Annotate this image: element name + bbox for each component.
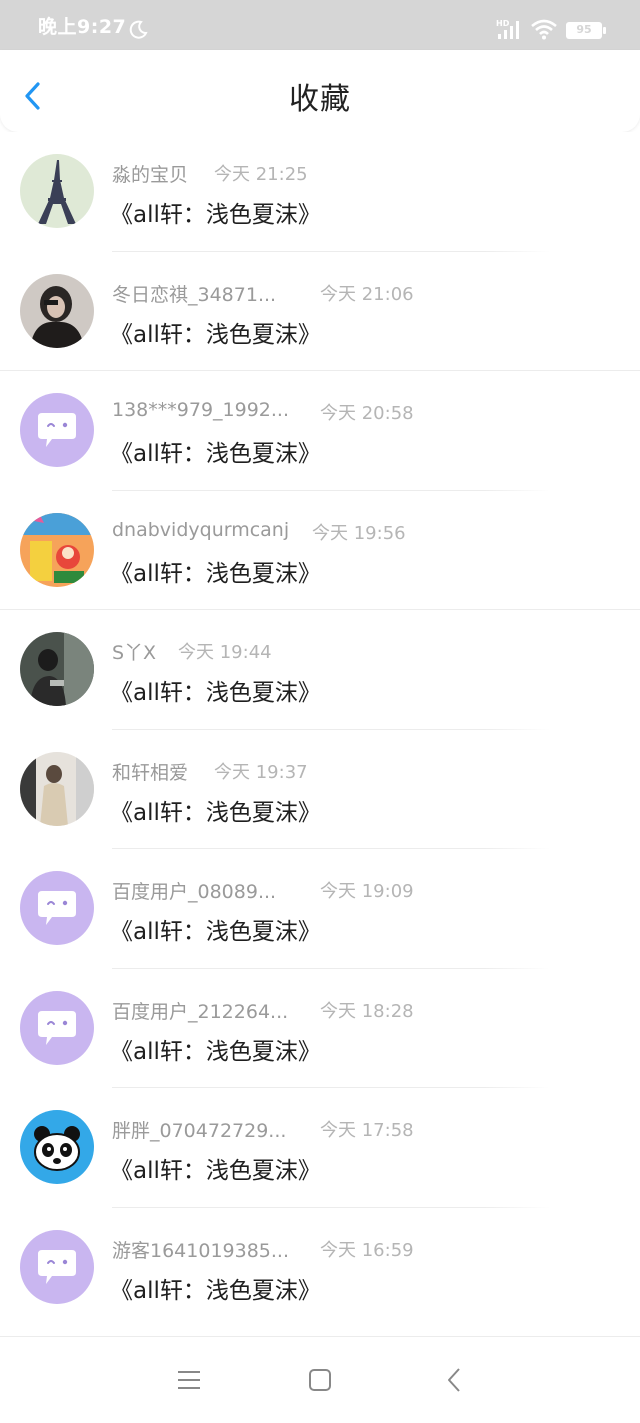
timestamp: 今天 21:06 [320, 283, 414, 305]
timestamp: 今天 20:58 [320, 403, 414, 424]
default-chat-bubble-icon [20, 1229, 94, 1304]
avatar[interactable] [20, 632, 94, 706]
user-name: dnabvidyqurmcanj [112, 518, 290, 541]
list-item[interactable]: S丫X 今天 19:44 《all轩：浅色夏沫》 [0, 610, 640, 730]
avatar[interactable] [20, 512, 94, 587]
timestamp: 今天 19:44 [178, 642, 272, 663]
status-time: 晚上9:27 [38, 16, 127, 38]
timestamp: 今天 16:59 [320, 1239, 414, 1261]
avatar[interactable] [20, 273, 94, 348]
item-title: 《all轩：浅色夏沫》 [110, 799, 321, 826]
battery-level: 95 [576, 23, 592, 36]
timestamp: 今天 19:56 [312, 522, 406, 544]
item-title: 《all轩：浅色夏沫》 [110, 1158, 321, 1184]
user-name: 冬日恋祺_34871... [112, 283, 277, 306]
default-chat-bubble-icon [20, 990, 94, 1065]
user-name: 百度用户_212264... [112, 1000, 289, 1023]
timestamp: 今天 19:09 [320, 881, 414, 902]
list-item[interactable]: 百度用户_212264... 今天 18:28 《all轩：浅色夏沫》 [0, 969, 640, 1088]
default-chat-bubble-icon [20, 871, 94, 945]
list-item[interactable]: 胖胖_070472729... 今天 17:58 《all轩：浅色夏沫》 [0, 1088, 640, 1208]
timestamp: 今天 19:37 [214, 761, 308, 783]
battery-icon: 95 [565, 21, 609, 41]
item-title: 《all轩：浅色夏沫》 [110, 680, 321, 706]
user-name: 淼的宝贝 [112, 164, 189, 186]
list-item[interactable]: 和轩相爱 今天 19:37 《all轩：浅色夏沫》 [0, 730, 640, 849]
photo-person-icon [20, 751, 94, 826]
avatar[interactable] [20, 751, 94, 826]
item-title: 《all轩：浅色夏沫》 [110, 202, 321, 228]
list-item[interactable]: 138***979_1992... 今天 20:58 《all轩：浅色夏沫》 [0, 371, 640, 491]
avatar[interactable] [20, 393, 94, 467]
avatar[interactable] [20, 1110, 94, 1184]
avatar[interactable] [20, 154, 94, 228]
eiffel-tower-icon [20, 154, 94, 228]
timestamp: 今天 18:28 [320, 1000, 414, 1022]
list-item[interactable]: 冬日恋祺_34871... 今天 21:06 《all轩：浅色夏沫》 [0, 252, 640, 371]
user-name: 百度用户_08089... [112, 881, 277, 903]
home-square-icon[interactable] [305, 1365, 335, 1395]
item-title: 《all轩：浅色夏沫》 [110, 441, 321, 467]
hd-signal-icon: HD [496, 19, 519, 39]
avatar[interactable] [20, 871, 94, 945]
list-item[interactable]: 淼的宝贝 今天 21:25 《all轩：浅色夏沫》 [0, 132, 640, 252]
user-name: 游客1641019385... [112, 1239, 290, 1262]
photo-girl-icon [20, 273, 94, 348]
svg-text:HD: HD [496, 19, 510, 28]
item-title: 《all轩：浅色夏沫》 [110, 1277, 321, 1304]
back-triangle-icon[interactable] [440, 1365, 470, 1395]
user-name: 胖胖_070472729... [112, 1120, 287, 1142]
timestamp: 今天 21:25 [214, 164, 308, 185]
page-title: 收藏 [289, 82, 351, 117]
moon-icon [129, 20, 148, 39]
user-name: 和轩相爱 [112, 761, 189, 784]
user-name: S丫X [112, 642, 157, 664]
status-bar: 晚上9:27 HD 95 [0, 0, 640, 50]
list-item[interactable]: 游客1641019385... 今天 16:59 《all轩：浅色夏沫》 [0, 1208, 640, 1328]
cartoon-avatar-icon [20, 512, 94, 587]
photo-person-icon [20, 632, 94, 706]
timestamp: 今天 17:58 [320, 1120, 414, 1141]
user-name: 138***979_1992... [112, 399, 290, 421]
pixel-panda-icon [20, 1110, 94, 1184]
default-chat-bubble-icon [20, 393, 94, 467]
header-bar: 收藏 [0, 50, 640, 132]
system-nav-bar [0, 1336, 640, 1423]
item-title: 《all轩：浅色夏沫》 [110, 1038, 321, 1065]
item-title: 《all轩：浅色夏沫》 [110, 560, 321, 587]
avatar[interactable] [20, 990, 94, 1065]
menu-icon[interactable] [174, 1365, 204, 1395]
favorites-list: 淼的宝贝 今天 21:25 《all轩：浅色夏沫》 冬日恋祺_34871... … [0, 132, 640, 1336]
avatar[interactable] [20, 1229, 94, 1304]
item-title: 《all轩：浅色夏沫》 [110, 919, 321, 945]
list-item[interactable]: dnabvidyqurmcanj 今天 19:56 《all轩：浅色夏沫》 [0, 491, 640, 610]
list-item[interactable]: 百度用户_08089... 今天 19:09 《all轩：浅色夏沫》 [0, 849, 640, 969]
item-title: 《all轩：浅色夏沫》 [110, 321, 321, 348]
wifi-icon [531, 19, 557, 40]
